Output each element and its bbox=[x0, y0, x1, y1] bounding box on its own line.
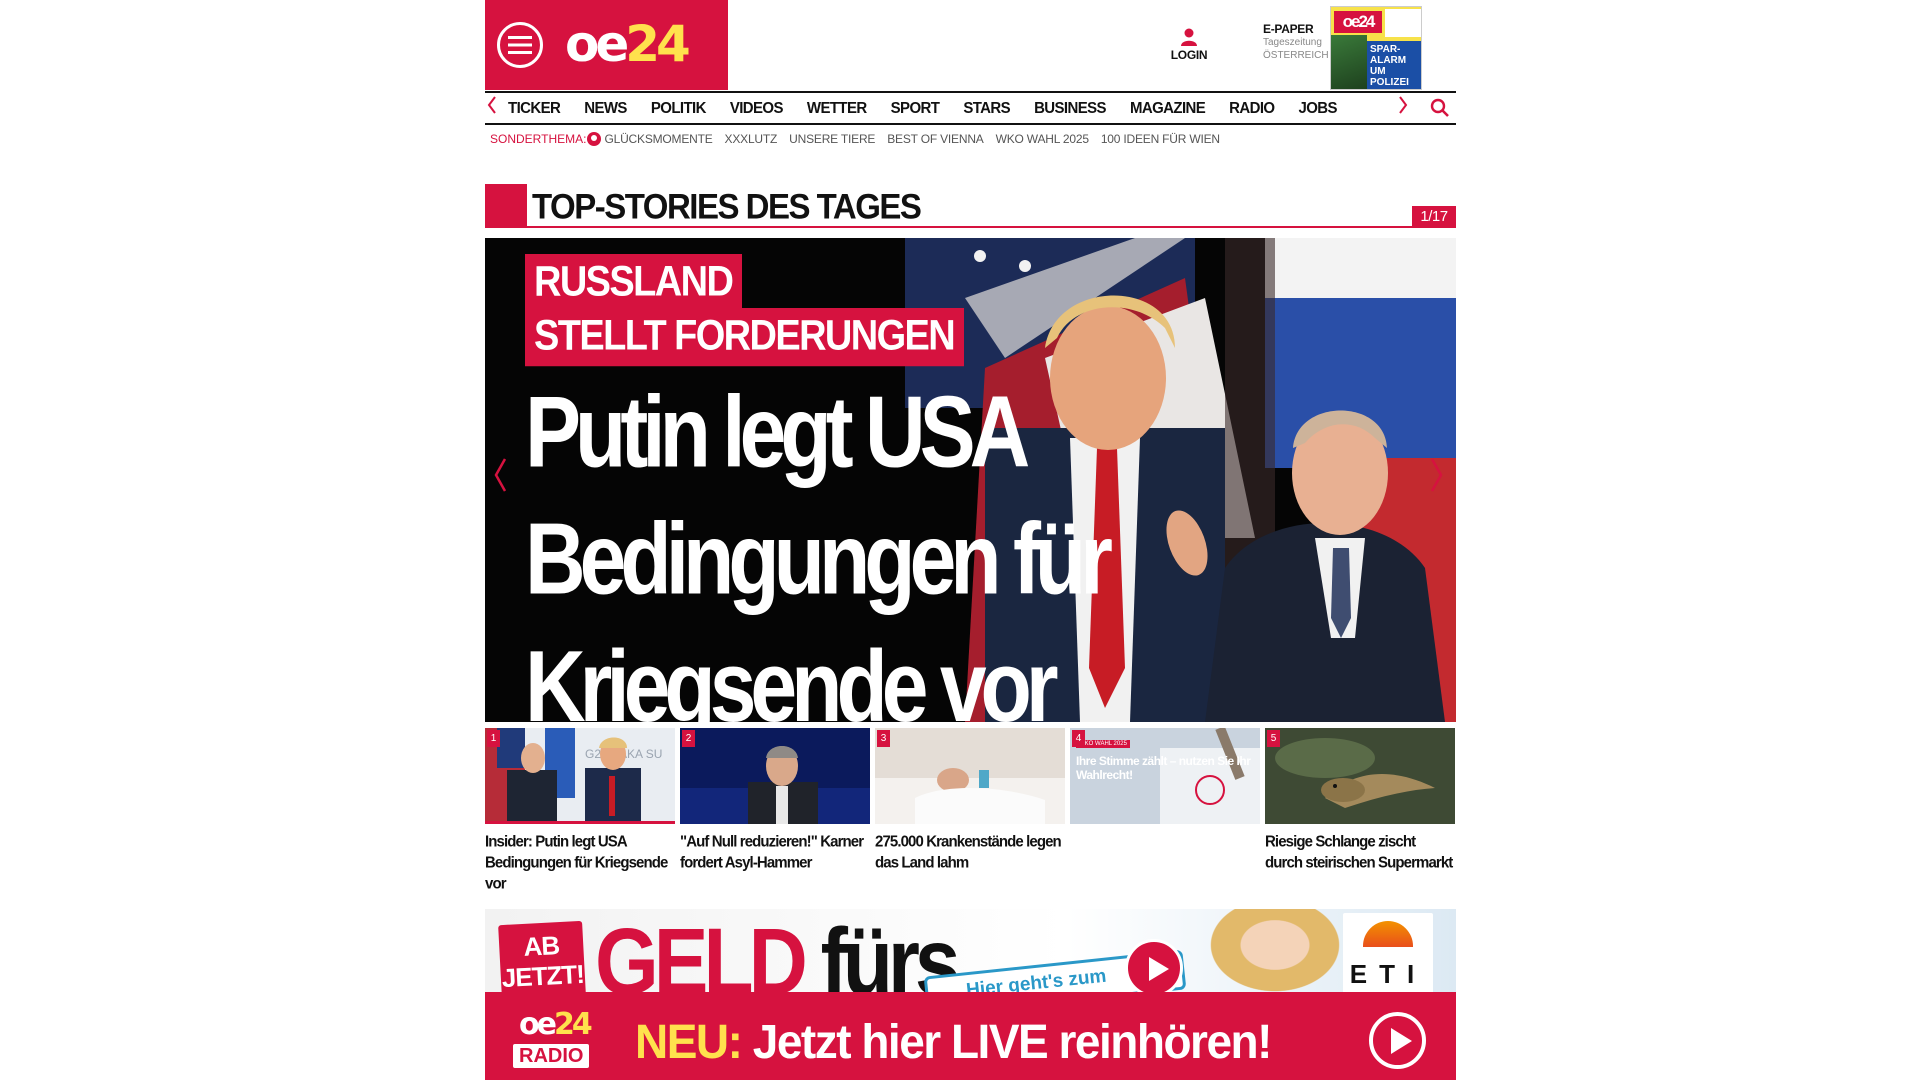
site-logo[interactable]: oe24 bbox=[565, 15, 691, 73]
teaser-number: 5 bbox=[1267, 730, 1280, 747]
teaser-card-ad[interactable]: 4 WKO WAHL 2025 Ihre Stimme zählt – nutz… bbox=[1070, 728, 1260, 898]
user-icon bbox=[1181, 28, 1197, 46]
nav-item-sport[interactable]: SPORT bbox=[891, 99, 940, 117]
nav-scroll-left[interactable] bbox=[487, 96, 497, 120]
hero-headline[interactable]: Putin legt USA Bedingungen für Kriegsend… bbox=[525, 368, 1145, 722]
teaser-number: 3 bbox=[877, 730, 890, 747]
hero-prev-button[interactable] bbox=[493, 458, 507, 501]
search-icon bbox=[1430, 98, 1449, 117]
cover-side-teaser bbox=[1385, 9, 1421, 37]
radio-live-bar[interactable]: oe24 RADIO NEU: Jetzt hier LIVE reinhöre… bbox=[485, 992, 1456, 1080]
teaser-ad-text: Ihre Stimme zählt – nutzen Sie Ihr Wahlr… bbox=[1076, 754, 1251, 782]
nav-item-wetter[interactable]: WETTER bbox=[807, 99, 867, 117]
ad-headline: GELD fürs bbox=[595, 909, 960, 999]
epaper-cover-thumbnail[interactable]: oe24 SPAR-ALARM UM POLIZEI bbox=[1330, 6, 1422, 90]
radio-logo: oe24 RADIO bbox=[513, 1008, 605, 1076]
nav-scroll-right[interactable] bbox=[1398, 96, 1408, 120]
epaper-subtitle: Tageszeitung bbox=[1263, 37, 1322, 48]
nav-item-jobs[interactable]: JOBS bbox=[1299, 99, 1338, 117]
topic-gluecksmomente[interactable]: GLÜCKSMOMENTE bbox=[604, 132, 712, 146]
radio-cta: Jetzt hier LIVE reinhören! bbox=[741, 1014, 1273, 1069]
radio-play-button[interactable] bbox=[1369, 1012, 1426, 1069]
ad-ab-jetzt: AB JETZT! bbox=[498, 920, 586, 999]
special-topics-label: SONDERTHEMA: bbox=[490, 132, 587, 146]
hero-story[interactable]: RUSSLAND STELLT FORDERUNGEN Putin legt U… bbox=[485, 238, 1456, 722]
nav-item-magazine[interactable]: MAGAZINE bbox=[1130, 99, 1206, 117]
logo-num: 24 bbox=[625, 15, 691, 73]
nav-item-radio[interactable]: RADIO bbox=[1229, 99, 1275, 117]
slide-counter: 1/17 bbox=[1412, 206, 1456, 228]
topic-wko-wahl[interactable]: WKO WAHL 2025 bbox=[996, 132, 1089, 146]
hero-kicker-line-1: RUSSLAND bbox=[525, 254, 743, 313]
menu-button[interactable] bbox=[497, 22, 543, 68]
hero-next-button[interactable] bbox=[1430, 458, 1444, 501]
teaser-image: 5 bbox=[1265, 728, 1455, 824]
radio-cta-text: NEU: Jetzt hier LIVE reinhören! bbox=[635, 1012, 1273, 1071]
teaser-image: 4 WKO WAHL 2025 Ihre Stimme zählt – nutz… bbox=[1070, 728, 1260, 824]
teaser-image: 1 G20 SAKA SU bbox=[485, 728, 675, 824]
teaser-number: 1 bbox=[487, 730, 500, 747]
topic-100-ideen[interactable]: 100 IDEEN FÜR WIEN bbox=[1101, 132, 1220, 146]
teaser-title[interactable]: "Auf Null reduzieren!" Karner fordert As… bbox=[680, 832, 870, 874]
eti-word: ETI bbox=[1349, 959, 1427, 989]
epaper-subtitle-2: ÖSTERREICH bbox=[1263, 50, 1329, 61]
ad-banner[interactable]: AB JETZT! GELD fürs Hier geht's zum ETI bbox=[485, 909, 1456, 999]
ad-person-image bbox=[1200, 909, 1350, 999]
page: oe24 LOGIN E-PAPER Tageszeitung ÖSTERREI… bbox=[485, 0, 1456, 1080]
radio-neu: NEU: bbox=[635, 1014, 743, 1069]
nav-item-news[interactable]: NEWS bbox=[584, 99, 627, 117]
chevron-left-icon bbox=[487, 96, 496, 114]
nav-item-business[interactable]: BUSINESS bbox=[1034, 99, 1106, 117]
chevron-right-icon bbox=[1430, 458, 1443, 492]
ad-geld: GELD bbox=[595, 909, 808, 999]
menu-icon bbox=[508, 36, 532, 54]
teaser-card[interactable]: 3 275.000 Krankenstände legen das Land l… bbox=[875, 728, 1065, 898]
eti-logo: ETI bbox=[1343, 913, 1433, 995]
hero-kicker: RUSSLAND STELLT FORDERUNGEN bbox=[525, 254, 965, 367]
login-button[interactable]: LOGIN bbox=[1169, 28, 1209, 62]
topic-xxxlutz[interactable]: XXXLUTZ bbox=[725, 132, 778, 146]
main-nav: TICKER NEWS POLITIK VIDEOS WETTER SPORT … bbox=[485, 91, 1456, 125]
chevron-left-icon bbox=[494, 458, 507, 492]
teaser-card[interactable]: 1 G20 SAKA SU Insider: Putin legt USA Be… bbox=[485, 728, 675, 898]
teaser-title[interactable]: 275.000 Krankenstände legen das Land lah… bbox=[875, 832, 1065, 874]
chevron-right-icon bbox=[1399, 96, 1408, 114]
nav-items: TICKER NEWS POLITIK VIDEOS WETTER SPORT … bbox=[508, 93, 1361, 123]
search-button[interactable] bbox=[1430, 98, 1450, 123]
topic-unsere-tiere[interactable]: UNSERE TIERE bbox=[789, 132, 875, 146]
cover-headline: SPAR-ALARM UM POLIZEI bbox=[1367, 41, 1421, 89]
teaser-image: 3 bbox=[875, 728, 1065, 824]
cover-logo: oe24 bbox=[1334, 11, 1382, 33]
sun-icon bbox=[1363, 921, 1413, 947]
radio-logo-tag: RADIO bbox=[513, 1044, 590, 1068]
cover-image bbox=[1331, 35, 1367, 89]
section-divider bbox=[527, 226, 1456, 228]
section-marker bbox=[485, 184, 527, 228]
section-title: TOP-STORIES DES TAGES bbox=[532, 186, 922, 226]
topic-best-of-vienna[interactable]: BEST OF VIENNA bbox=[887, 132, 984, 146]
logo-main: oe bbox=[565, 15, 629, 73]
login-label: LOGIN bbox=[1170, 48, 1208, 62]
epaper-title: E-PAPER bbox=[1263, 22, 1314, 36]
hero-kicker-line-2: STELLT FORDERUNGEN bbox=[525, 308, 965, 367]
teaser-title[interactable]: Insider: Putin legt USA Bedingungen für … bbox=[485, 832, 675, 895]
radio-logo-main: oe bbox=[519, 1007, 557, 1042]
teaser-card[interactable]: 2 "Auf Null reduzieren!" Karner fordert … bbox=[680, 728, 870, 898]
radio-logo-num: 24 bbox=[553, 1007, 593, 1042]
teaser-image: 2 bbox=[680, 728, 870, 824]
special-topics-bar: SONDERTHEMA: GLÜCKSMOMENTE XXXLUTZ UNSER… bbox=[490, 130, 1232, 148]
epaper-link[interactable]: E-PAPER Tageszeitung ÖSTERREICH bbox=[1263, 22, 1329, 62]
story-teasers: 1 G20 SAKA SU Insider: Putin legt USA Be… bbox=[485, 728, 1456, 898]
brand-header: oe24 bbox=[485, 0, 728, 90]
teaser-card[interactable]: 5 Riesige Schlange zischt durch steirisc… bbox=[1265, 728, 1455, 898]
teaser-title[interactable]: Riesige Schlange zischt durch steirische… bbox=[1265, 832, 1455, 874]
teaser-number: 4 bbox=[1072, 730, 1085, 747]
heart-icon bbox=[587, 132, 602, 146]
teaser-number: 2 bbox=[682, 730, 695, 747]
nav-item-videos[interactable]: VIDEOS bbox=[730, 99, 784, 117]
nav-item-stars[interactable]: STARS bbox=[963, 99, 1010, 117]
nav-item-ticker[interactable]: TICKER bbox=[508, 99, 561, 117]
nav-item-politik[interactable]: POLITIK bbox=[651, 99, 707, 117]
play-icon bbox=[1125, 939, 1183, 997]
